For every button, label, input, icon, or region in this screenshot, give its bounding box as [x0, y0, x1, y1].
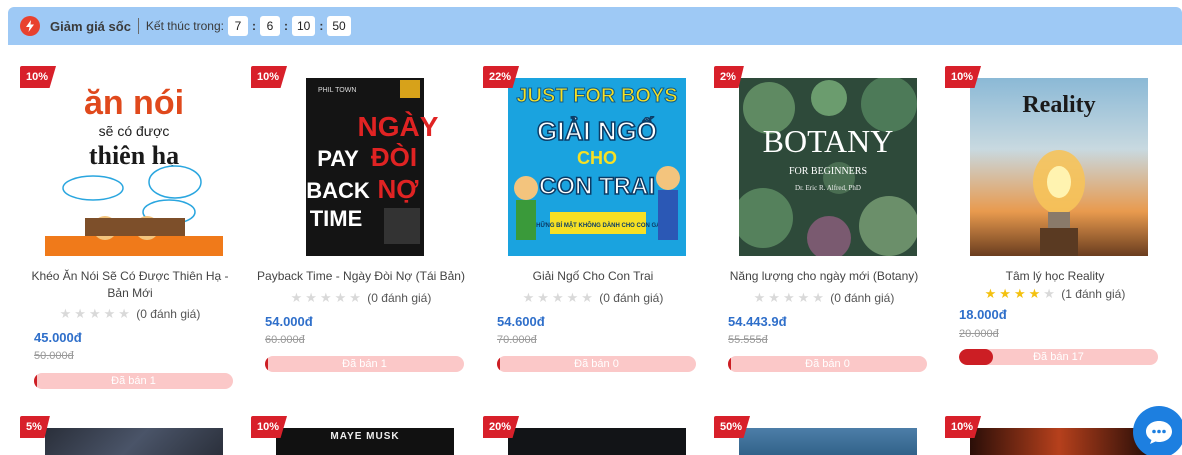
- product-rating: ★★★★★ (1 đánh giá): [945, 286, 1165, 302]
- product-title[interactable]: Năng lượng cho ngày mới (Botany): [714, 268, 934, 285]
- product-image[interactable]: MAYE MUSK: [276, 428, 454, 455]
- rating-count: (0 đánh giá): [599, 291, 664, 305]
- cover-text: CHO: [577, 148, 617, 168]
- sale-price: 18.000đ: [959, 307, 1007, 322]
- product-title[interactable]: Khéo Ăn Nói Sẽ Có Được Thiên Hạ - Bản Mớ…: [20, 268, 240, 302]
- product-image[interactable]: [508, 428, 686, 455]
- product-card[interactable]: 50%: [714, 416, 934, 455]
- star-icon: ★★★★: [984, 286, 1044, 301]
- cover-text: Dr. Eric R. Alfred, PhD: [795, 184, 861, 192]
- divider: [137, 18, 139, 34]
- product-card[interactable]: 20%: [483, 416, 703, 455]
- product-card[interactable]: 10% PHIL TOWN NGÀY PAY ĐÒI BACK NỢ TIME …: [251, 66, 471, 378]
- product-image[interactable]: ăn nói sẽ có được thiên hạ: [45, 78, 223, 256]
- original-price: 70.000đ: [497, 334, 537, 346]
- sold-label: Đã bán 1: [111, 375, 156, 387]
- product-rating: ★★★★★ (0 đánh giá): [20, 306, 240, 322]
- cover-text: CON TRAI: [539, 173, 655, 200]
- original-price: 60.000đ: [265, 334, 305, 346]
- product-card[interactable]: 22% JUST FOR BOYS GIẢI NGỐ CHO CON TRAI …: [483, 66, 703, 378]
- sold-label: Đã bán 0: [574, 358, 619, 370]
- original-price: 20.000đ: [959, 328, 999, 340]
- sold-progress-bar: Đã bán 1: [265, 356, 464, 372]
- product-card[interactable]: 10% ăn nói sẽ có được thiên hạ Khéo Ăn N…: [20, 66, 240, 398]
- star-icon: ★★★★★: [753, 290, 827, 305]
- cover-text: sẽ có được: [99, 123, 170, 139]
- product-card[interactable]: 5%: [20, 416, 240, 455]
- sale-price: 54.000đ: [265, 314, 313, 329]
- cover-text: PHIL TOWN: [318, 87, 356, 94]
- sold-progress-bar: Đã bán 0: [728, 356, 927, 372]
- product-card[interactable]: 10% MAYE MUSK: [251, 416, 471, 455]
- cover-text: GIẢI NGỐ: [537, 116, 657, 146]
- cover-text: BACK: [306, 178, 370, 203]
- countdown-minutes: 10: [291, 16, 316, 36]
- lightning-icon: [20, 16, 40, 36]
- cover-text: FOR BEGINNERS: [789, 166, 867, 177]
- cover-text: Reality: [1022, 92, 1095, 118]
- original-price: 55.555đ: [728, 334, 768, 346]
- product-image[interactable]: PHIL TOWN NGÀY PAY ĐÒI BACK NỢ TIME: [276, 78, 454, 256]
- cover-text: NHỮNG BÍ MẬT KHÔNG DÀNH CHO CON GÁI: [532, 221, 663, 229]
- product-rating: ★★★★★ (0 đánh giá): [251, 290, 471, 306]
- sold-progress-bar: Đã bán 0: [497, 356, 696, 372]
- product-image[interactable]: Reality: [970, 78, 1148, 256]
- sold-progress-bar: Đã bán 17: [959, 349, 1158, 365]
- product-image[interactable]: [45, 428, 223, 455]
- countdown-seconds: 50: [327, 16, 351, 36]
- product-title[interactable]: Giải Ngố Cho Con Trai: [483, 268, 703, 285]
- star-icon: ★★★★★: [522, 290, 596, 305]
- flash-sale-header: Giảm giá sốc Kết thúc trong: 7 : 6 : 10 …: [8, 7, 1182, 45]
- star-icon: ★★★★★: [59, 306, 133, 321]
- rating-count: (0 đánh giá): [830, 291, 895, 305]
- chat-button[interactable]: [1133, 406, 1182, 455]
- cover-text: NGÀY: [358, 111, 439, 142]
- cover-text: TIME: [310, 206, 363, 231]
- product-rating: ★★★★★ (0 đánh giá): [483, 290, 703, 306]
- chat-bubble-icon: [1146, 421, 1172, 444]
- star-icon: ★: [1043, 286, 1058, 301]
- original-price: 50.000đ: [34, 350, 74, 362]
- rating-count: (1 đánh giá): [1061, 287, 1126, 301]
- rating-stars: ★★★★★: [290, 290, 368, 305]
- rating-stars: ★★★★★: [984, 286, 1062, 301]
- product-card[interactable]: 10%: [945, 416, 1165, 455]
- product-image[interactable]: [970, 428, 1148, 455]
- rating-count: (0 đánh giá): [367, 291, 432, 305]
- sold-label: Đã bán 0: [805, 358, 850, 370]
- rating-stars: ★★★★★: [59, 306, 137, 321]
- cover-text: JUST FOR BOYS: [516, 85, 677, 107]
- rating-stars: ★★★★★: [522, 290, 600, 305]
- product-title[interactable]: Payback Time - Ngày Đòi Nợ (Tái Bản): [251, 268, 471, 285]
- product-image[interactable]: [739, 428, 917, 455]
- cover-text: NỢ: [378, 174, 420, 204]
- cover-text: ĐÒI: [371, 142, 417, 172]
- product-image[interactable]: BOTANY FOR BEGINNERS Dr. Eric R. Alfred,…: [739, 78, 917, 256]
- sold-label: Đã bán 17: [1033, 351, 1084, 363]
- sale-price: 45.000đ: [34, 330, 82, 345]
- countdown-hours: 6: [259, 16, 280, 36]
- cover-text: PAY: [317, 146, 359, 171]
- product-rating: ★★★★★ (0 đánh giá): [714, 290, 934, 306]
- sold-progress-bar: Đã bán 1: [34, 373, 233, 389]
- sold-label: Đã bán 1: [342, 358, 387, 370]
- product-image[interactable]: JUST FOR BOYS GIẢI NGỐ CHO CON TRAI NHỮN…: [508, 78, 686, 256]
- cover-text: thiên hạ: [89, 141, 179, 170]
- flash-sale-title: Giảm giá sốc: [50, 18, 131, 34]
- cover-text: MAYE MUSK: [276, 428, 454, 455]
- product-title[interactable]: Tâm lý học Reality: [945, 268, 1165, 285]
- rating-count: (0 đánh giá): [136, 307, 201, 321]
- cover-text: BOTANY: [763, 123, 894, 159]
- star-icon: ★★★★★: [290, 290, 364, 305]
- countdown-days: 7: [227, 16, 248, 36]
- product-card[interactable]: 2% BOTANY FOR BEGINNERS Dr. Eric R. Alfr…: [714, 66, 934, 378]
- product-card[interactable]: 10% Reality Tâm lý học Reality ★★★★★ (1 …: [945, 66, 1165, 378]
- rating-stars: ★★★★★: [753, 290, 831, 305]
- sale-price: 54.443.9đ: [728, 314, 787, 329]
- sale-price: 54.600đ: [497, 314, 545, 329]
- ends-in-label: Kết thúc trong:: [145, 19, 224, 33]
- cover-text: ăn nói: [84, 84, 184, 122]
